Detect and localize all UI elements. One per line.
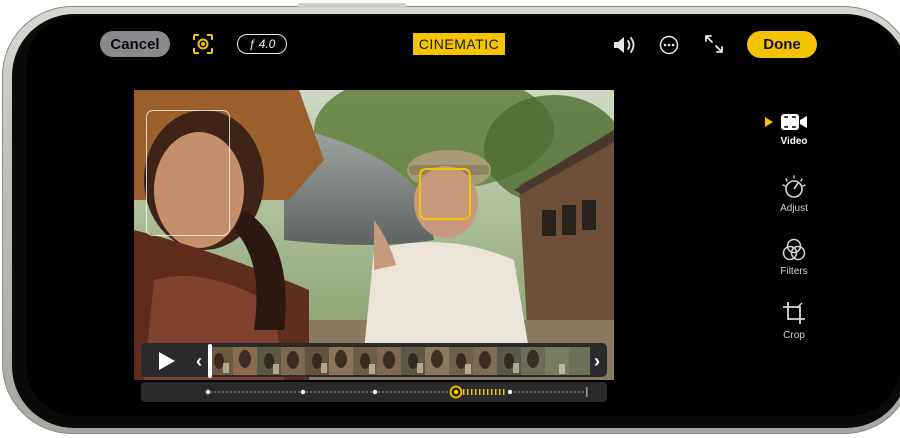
active-focus-box[interactable] <box>419 168 471 220</box>
play-button[interactable] <box>145 347 189 375</box>
filmstrip[interactable] <box>209 347 590 375</box>
tool-video-label: Video <box>780 136 808 147</box>
adjust-dial-icon <box>782 175 806 198</box>
cinematic-toggle[interactable]: CINEMATIC <box>413 33 505 55</box>
tool-adjust[interactable]: Adjust <box>764 175 824 214</box>
filmstrip-thumbnails <box>209 347 590 375</box>
subject-focus-box[interactable] <box>146 110 230 236</box>
volume-button <box>298 3 406 8</box>
playhead[interactable] <box>208 344 212 378</box>
focus-track-dots <box>205 385 588 399</box>
crop-icon <box>783 302 805 324</box>
focus-track[interactable] <box>141 382 607 402</box>
video-camera-icon <box>781 114 807 130</box>
trim-handle-left[interactable]: ‹ <box>193 349 205 373</box>
filters-circles-icon <box>782 238 806 261</box>
cancel-button[interactable]: Cancel <box>100 31 170 57</box>
tool-crop-label: Crop <box>783 330 805 341</box>
done-button[interactable]: Done <box>747 31 817 58</box>
aperture-button[interactable]: ƒ 4.0 <box>237 34 287 54</box>
tool-adjust-label: Adjust <box>780 203 808 214</box>
tool-crop[interactable]: Crop <box>764 300 824 341</box>
speaker-icon[interactable] <box>612 35 638 55</box>
tool-filters-label: Filters <box>780 266 808 277</box>
more-ellipsis-icon[interactable] <box>659 35 679 55</box>
tool-filters[interactable]: Filters <box>764 238 824 277</box>
tool-video[interactable]: Video <box>764 112 824 147</box>
focus-lock-icon[interactable] <box>192 33 214 55</box>
play-icon <box>159 352 175 370</box>
trim-handle-right[interactable]: › <box>591 349 603 373</box>
expand-arrows-icon[interactable] <box>703 33 725 55</box>
